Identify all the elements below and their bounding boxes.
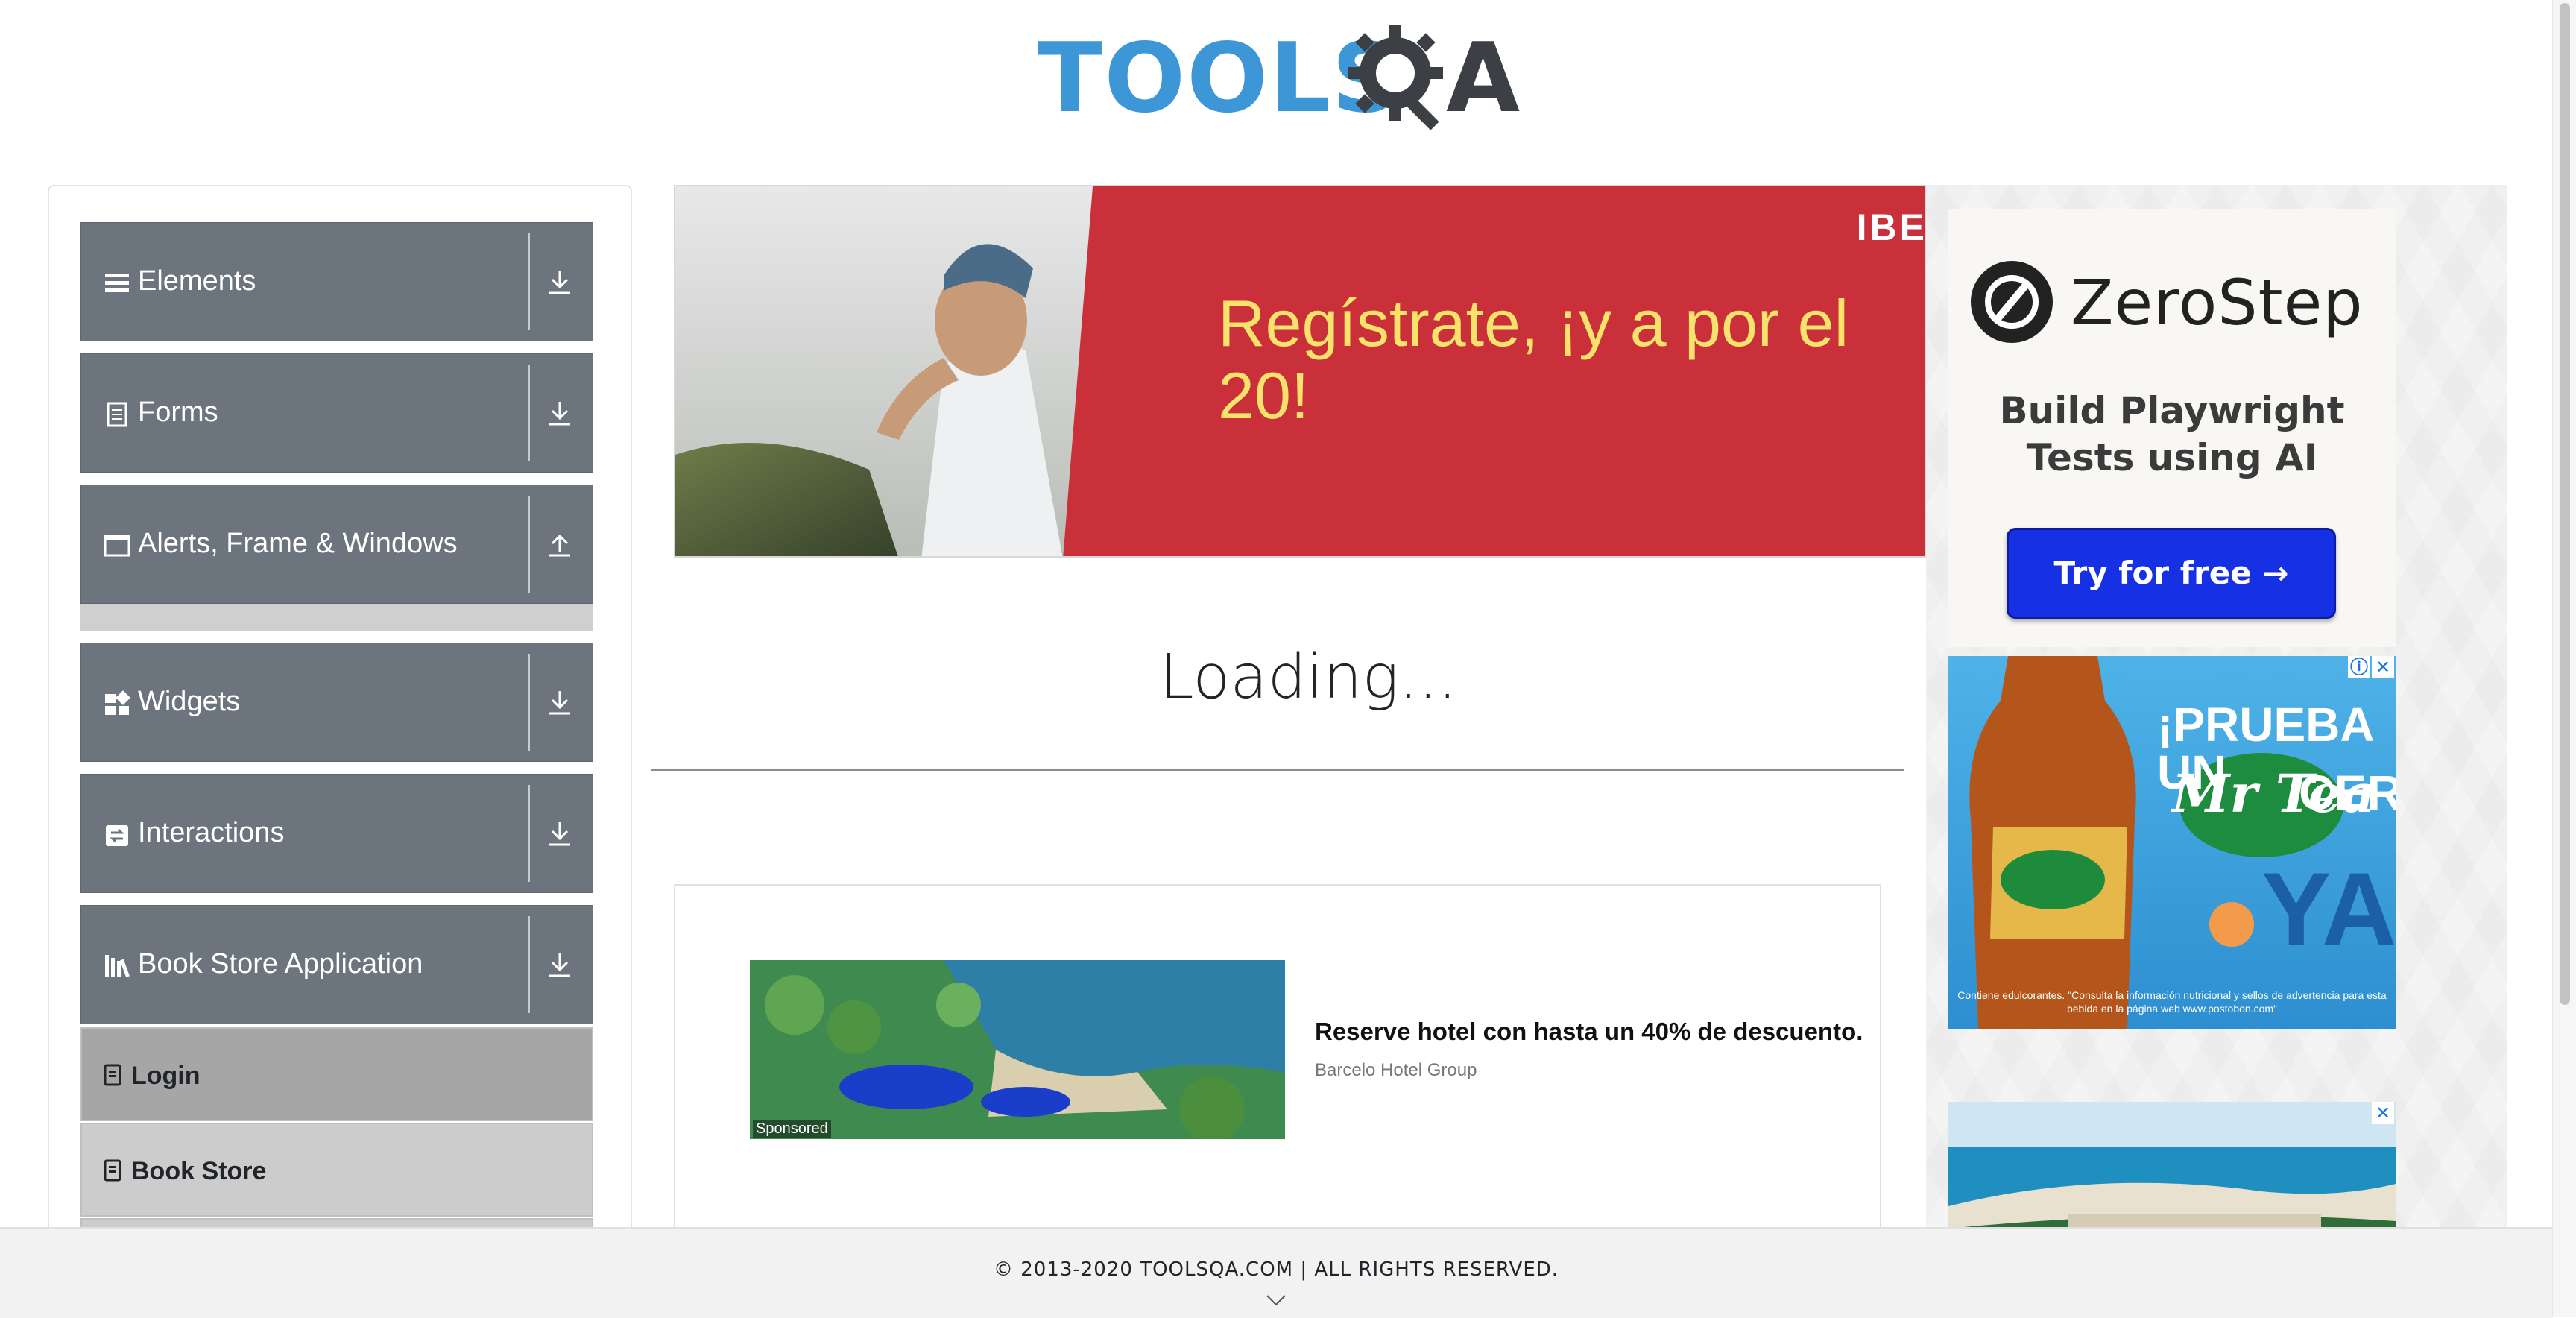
menu-item-login[interactable]: Login [80,1027,593,1121]
expand-arrow-icon[interactable] [543,949,576,982]
library-icon [105,955,130,977]
tagline-line-2: Tests using AI [2026,435,2318,479]
group-alerts-frame-windows[interactable]: Alerts, Frame & Windows [80,485,593,604]
group-widgets[interactable]: Widgets [80,643,593,762]
scrollbar-thumb[interactable] [2560,3,2570,1005]
group-interactions[interactable]: Interactions [80,774,593,893]
tea-fine-print: Contiene edulcorantes. "Consulta la info… [1957,989,2387,1015]
list-icon [105,274,129,292]
loading-text: Loading... [1160,642,1457,713]
group-label: Alerts, Frame & Windows [138,528,458,559]
resort-image [750,960,1285,1139]
group-forms[interactable]: Forms [80,353,593,473]
divider [528,496,530,593]
copyright-text: © 2013-2020 TOOLSQA.COM | ALL RIGHTS RES… [993,1258,1559,1281]
divider [528,916,530,1013]
zerostep-tagline: Build Playwright Tests using AI [1948,388,2396,481]
zerostep-brand: ZeroStep [2071,266,2364,339]
group-label: Book Store Application [138,948,423,980]
alerts-submenu-collapsed [80,604,593,631]
mr-tea-ad[interactable]: ¡PRUEBA UN Mr Tea CERO YA! Contiene edul… [1948,656,2396,1029]
divider [528,785,530,882]
sponsored-image[interactable]: Sponsored [750,960,1285,1139]
book-icon [104,1064,121,1086]
chevron-down-icon[interactable] [1266,1293,1287,1308]
menu-item-book-store[interactable]: Book Store [80,1123,593,1217]
gear-magnifier-icon [1348,25,1443,130]
ad-photo [675,186,1137,556]
expand-arrow-icon[interactable] [543,266,576,299]
group-elements[interactable]: Elements [80,222,593,341]
divider [528,654,530,751]
zerostep-logo-icon [1971,261,2053,343]
divider [528,233,530,330]
logo-text-a: A [1446,23,1521,134]
tagline-line-1: Build Playwright [1999,389,2345,432]
tea-cero: CERO [2299,765,2396,820]
interactions-icon [106,825,128,846]
advertiser-brand: IBE [1856,206,1926,248]
book-icon [104,1159,121,1182]
footer: © 2013-2020 TOOLSQA.COM | ALL RIGHTS RES… [0,1227,2552,1318]
group-label: Elements [138,265,256,297]
toolsqa-logo[interactable]: TOOLS A [1038,21,1522,140]
sponsored-advertiser: Barcelo Hotel Group [1315,1060,1477,1080]
menu-item-label: Book Store [131,1157,267,1185]
expand-arrow-icon[interactable] [543,687,576,719]
group-book-store-application[interactable]: Book Store Application [80,905,593,1024]
close-ad-icon[interactable]: ✕ [2372,1102,2394,1124]
zerostep-ad[interactable]: ZeroStep Build Playwright Tests using AI… [1948,209,2396,647]
widgets-icon [105,690,130,715]
group-label: Widgets [138,686,241,717]
content-divider [651,769,1904,771]
divider [528,365,530,461]
sponsored-headline[interactable]: Reserve hotel con hasta un 40% de descue… [1315,1017,1863,1047]
banner-ad[interactable]: IBE Regístrate, ¡y a por el 20! [674,185,1926,558]
group-label: Interactions [138,817,285,848]
ad-info-icon[interactable]: ⓘ [2348,656,2370,678]
expand-arrow-icon[interactable] [543,397,576,430]
ad-slogan: Regístrate, ¡y a por el 20! [1218,286,1849,432]
window-icon [104,535,130,557]
close-ad-icon[interactable]: ✕ [2372,656,2394,678]
tea-ya: YA! [2261,851,2396,968]
left-panel: Elements Forms Alerts, Frame & Windows W… [48,185,632,1291]
expand-arrow-icon[interactable] [543,818,576,851]
group-label: Forms [138,397,218,428]
menu-item-label: Login [131,1062,201,1090]
sponsored-badge: Sponsored [753,1120,831,1138]
collapse-arrow-icon[interactable] [543,529,576,561]
document-icon [107,402,127,427]
try-for-free-button[interactable]: Try for free → [2007,528,2336,619]
